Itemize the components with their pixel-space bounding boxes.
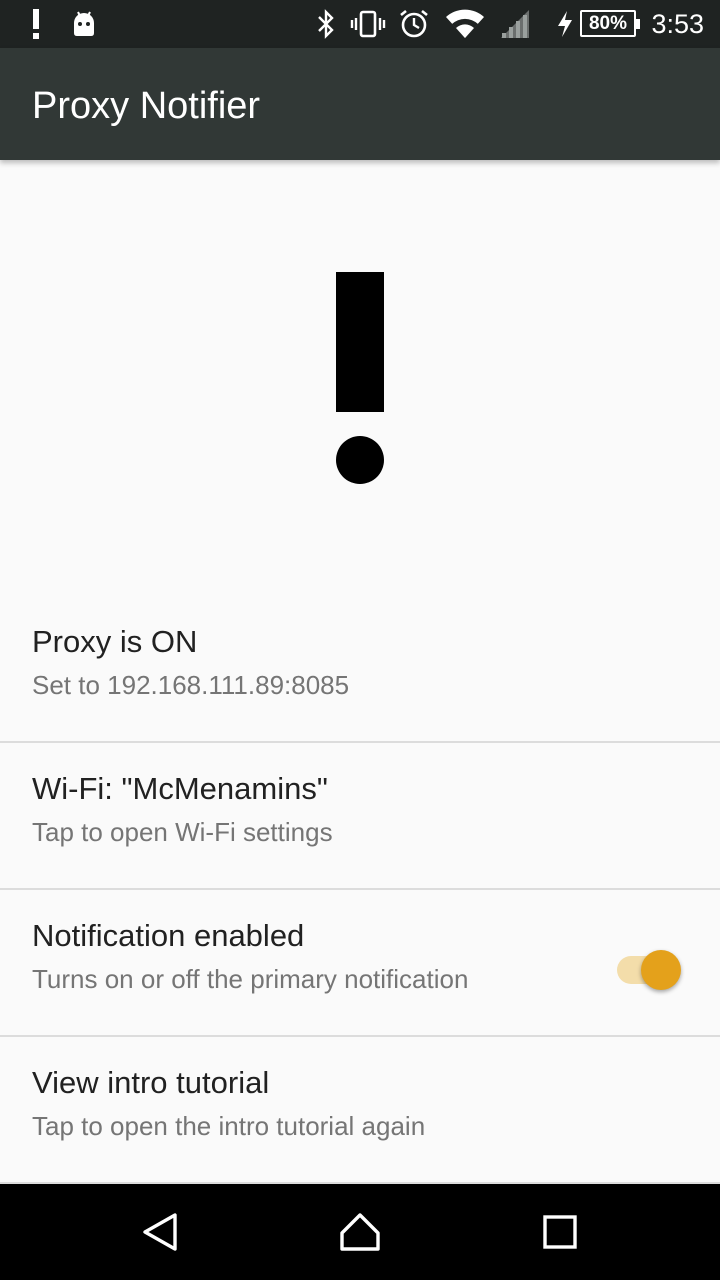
home-icon[interactable] — [300, 1184, 420, 1280]
navigation-bar — [0, 1184, 720, 1280]
app-bar: Proxy Notifier — [0, 48, 720, 160]
bluetooth-icon — [314, 0, 338, 48]
pref-title: View intro tutorial — [32, 1065, 270, 1100]
alarm-icon — [398, 0, 430, 48]
pref-proxy-status[interactable]: Proxy is ON Set to 192.168.111.89:8085 — [0, 596, 720, 743]
status-clock: 3:53 — [651, 9, 704, 39]
pref-title: Proxy is ON — [32, 624, 198, 659]
back-icon[interactable] — [100, 1184, 220, 1280]
notification-toggle[interactable] — [612, 948, 684, 992]
pref-summary: Tap to open Wi-Fi settings — [32, 817, 333, 847]
exclamation-icon — [336, 272, 384, 484]
vibrate-icon — [350, 0, 386, 48]
pref-notification[interactable]: Notification enabled Turns on or off the… — [0, 890, 720, 1037]
battery-indicator: 80% — [580, 10, 640, 37]
pref-title: Wi-Fi: "McMenamins" — [32, 771, 328, 806]
hero-area — [0, 160, 720, 600]
toggle-thumb — [641, 950, 681, 990]
wifi-icon — [444, 0, 486, 48]
app-title: Proxy Notifier — [32, 85, 261, 127]
signal-icon — [498, 0, 532, 48]
android-icon — [70, 0, 98, 48]
pref-wifi[interactable]: Wi-Fi: "McMenamins" Tap to open Wi-Fi se… — [0, 743, 720, 890]
pref-summary: Turns on or off the primary notification — [32, 964, 469, 994]
status-bar: 80% 3:53 — [0, 0, 720, 48]
recents-icon[interactable] — [500, 1184, 620, 1280]
alert-icon — [26, 0, 46, 48]
pref-summary: Tap to open the intro tutorial again — [32, 1111, 426, 1141]
pref-summary: Set to 192.168.111.89:8085 — [32, 670, 350, 700]
pref-intro-tutorial[interactable]: View intro tutorial Tap to open the intr… — [0, 1037, 720, 1184]
pref-title: Notification enabled — [32, 918, 305, 953]
charging-icon — [554, 0, 576, 48]
